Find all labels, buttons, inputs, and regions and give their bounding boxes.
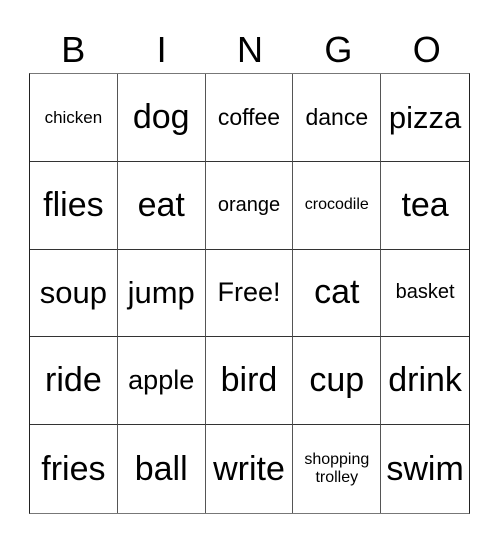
bingo-cell[interactable]: cup: [293, 337, 382, 426]
header-letter-b: B: [61, 29, 86, 70]
bingo-cell[interactable]: dance: [293, 74, 382, 162]
bingo-cell[interactable]: dog: [117, 74, 206, 162]
bingo-cell[interactable]: write: [206, 425, 294, 513]
bingo-cell[interactable]: shopping trolley: [293, 425, 382, 513]
bingo-cell[interactable]: apple: [117, 337, 206, 426]
bingo-cell[interactable]: drink: [381, 337, 469, 426]
bingo-cell[interactable]: soup: [30, 249, 118, 338]
header-letter-o: O: [412, 29, 441, 70]
bingo-cell[interactable]: jump: [117, 249, 206, 338]
header-letter-n: N: [236, 29, 263, 70]
bingo-cell[interactable]: tea: [381, 162, 469, 250]
bingo-cell[interactable]: basket: [381, 250, 469, 338]
bingo-cell[interactable]: flies: [30, 161, 118, 250]
bingo-cell[interactable]: orange: [205, 161, 294, 250]
bingo-cell[interactable]: pizza: [381, 74, 469, 162]
bingo-cell[interactable]: fries: [30, 425, 118, 513]
bingo-cell[interactable]: ride: [30, 337, 118, 426]
bingo-card-grid: chicken dog coffee dance pizza flies eat…: [29, 73, 470, 514]
bingo-cell[interactable]: bird: [205, 337, 294, 426]
bingo-cell[interactable]: crocodile: [293, 161, 382, 250]
bingo-cell[interactable]: coffee: [205, 74, 294, 162]
bingo-cell[interactable]: swim: [381, 425, 469, 513]
bingo-cell[interactable]: eat: [117, 161, 206, 250]
free-space-cell[interactable]: Free!: [205, 249, 294, 338]
bingo-cell[interactable]: cat: [293, 249, 382, 338]
bingo-cell[interactable]: chicken: [30, 74, 118, 162]
header-letter-g: G: [324, 29, 353, 70]
header-letter-i: I: [156, 29, 167, 70]
bingo-cell[interactable]: ball: [118, 425, 206, 513]
bingo-header: B I N G O: [29, 28, 471, 72]
